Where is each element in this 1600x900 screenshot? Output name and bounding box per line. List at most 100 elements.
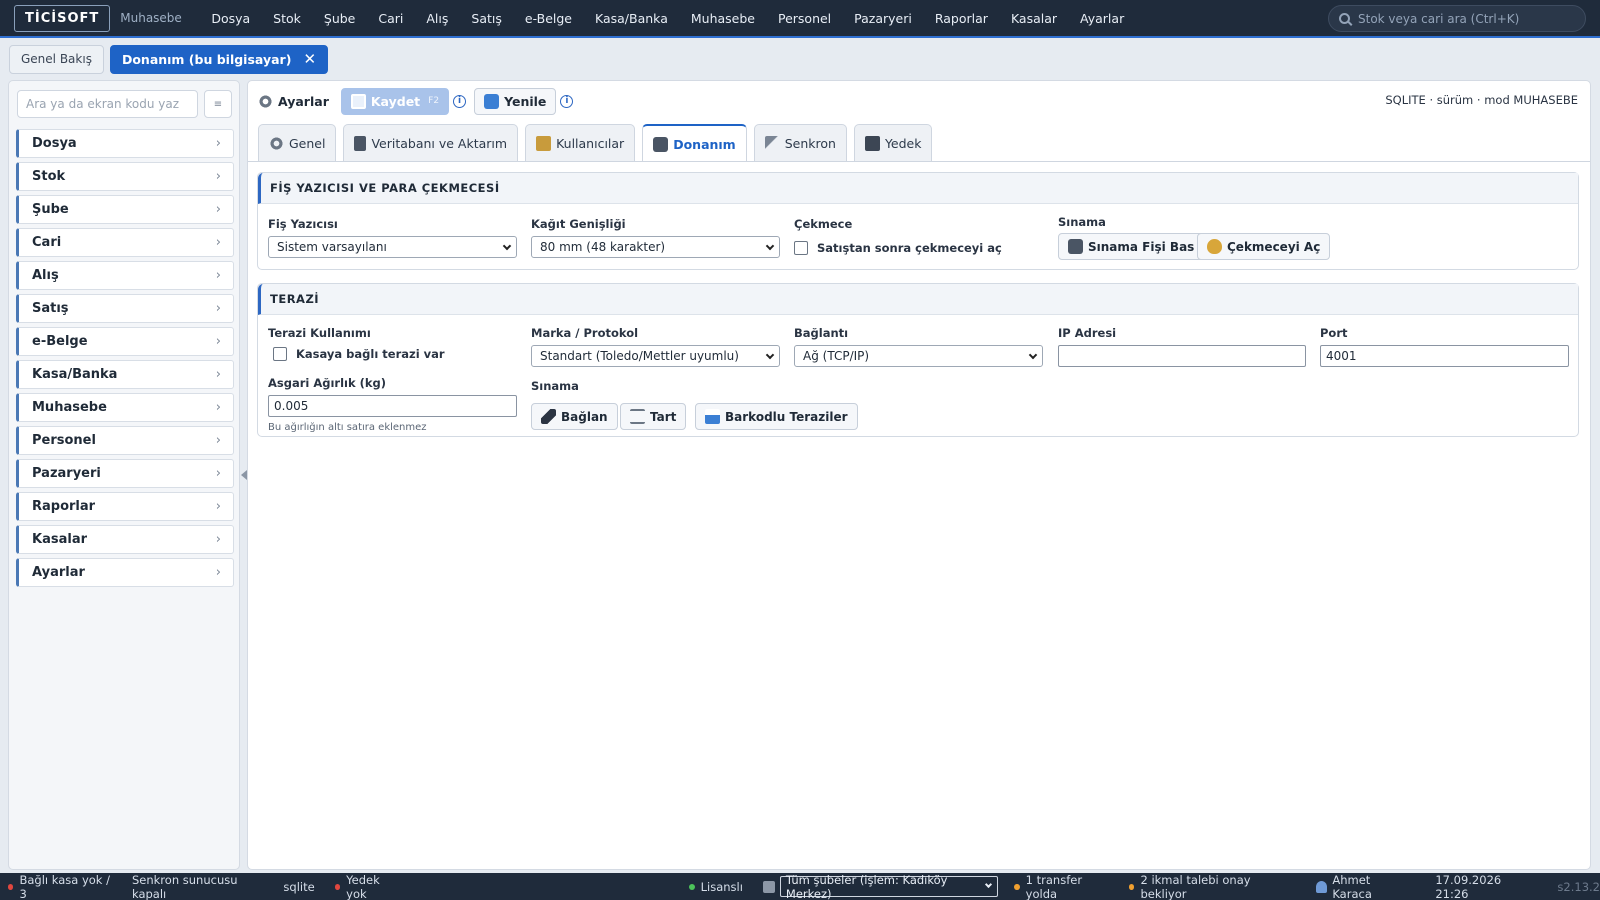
- gear-icon: [269, 135, 284, 151]
- sidebar-item-sube[interactable]: Şube ›: [16, 195, 234, 224]
- license-status: Lisanslı: [688, 879, 743, 894]
- printer-test-label: Sınama: [1058, 215, 1106, 229]
- brand-protocol-select[interactable]: Standart (Toledo/Mettler uyumlu): [531, 345, 780, 367]
- grid-menu-button[interactable]: ≡: [204, 90, 232, 118]
- tab-backup[interactable]: Yedek: [853, 124, 933, 161]
- min-weight-input[interactable]: 0.005: [268, 395, 517, 417]
- floppy-disk-icon: [864, 135, 880, 151]
- paper-width-value: 80 mm (48 karakter): [540, 240, 666, 254]
- printer-select[interactable]: Sistem varsayılanı: [268, 236, 517, 258]
- menu-item-cari[interactable]: Cari: [367, 11, 415, 26]
- brand-protocol-label: Marka / Protokol: [531, 326, 639, 340]
- sidebar-items: Dosya › Stok › Şube › Cari › Alış › Satış › e-…: [16, 129, 234, 591]
- sidebar-item-stok[interactable]: Stok ›: [16, 162, 234, 191]
- paper-width-select[interactable]: 80 mm (48 karakter): [531, 236, 780, 258]
- sidebar-item-label: Personel: [32, 433, 96, 448]
- menu-item-ayarlar[interactable]: Ayarlar: [1069, 11, 1136, 26]
- page-tab-overview[interactable]: Genel Bakış: [9, 44, 104, 74]
- global-search-input[interactable]: Stok veya cari ara (Ctrl+K): [1328, 5, 1586, 32]
- chevron-right-icon: ›: [215, 499, 221, 514]
- toolbar-title-text: Ayarlar: [278, 93, 329, 109]
- tab-divider: [248, 161, 1590, 162]
- sidebar-item-ayarlar[interactable]: Ayarlar ›: [16, 558, 234, 587]
- sidebar-item-label: Stok: [32, 169, 66, 184]
- tab-genel[interactable]: Genel: [258, 124, 337, 161]
- drawer-label: Çekmece: [794, 217, 853, 231]
- sidebar-item-kasalar[interactable]: Kasalar ›: [16, 525, 234, 554]
- sidebar-item-dosya[interactable]: Dosya ›: [16, 129, 234, 158]
- tab-users[interactable]: Kullanıcılar: [525, 124, 636, 161]
- sidebar-item-cari[interactable]: Cari ›: [16, 228, 234, 257]
- open-drawer-after-sale-checkbox[interactable]: Satıştan sonra çekmeceyi aç: [794, 241, 1002, 255]
- save-button[interactable]: Kaydet F2: [340, 87, 450, 115]
- sidebar-item-alis[interactable]: Alış ›: [16, 261, 234, 290]
- menu-item-satis[interactable]: Satış: [460, 11, 513, 26]
- menu-item-personel[interactable]: Personel: [766, 11, 842, 26]
- chevron-down-icon: [765, 350, 775, 360]
- checkbox-box[interactable]: [794, 241, 808, 255]
- status-dot-red: [334, 883, 341, 890]
- checkbox-box[interactable]: [273, 347, 287, 361]
- test-print-button[interactable]: Sınama Fişi Bas: [1058, 233, 1205, 260]
- info-icon[interactable]: i: [560, 94, 574, 108]
- db-type-text: sqlite: [283, 879, 315, 894]
- page-tab-hardware[interactable]: Donanım (bu bilgisayar) ✕: [109, 44, 329, 74]
- menu-item-sube[interactable]: Şube: [312, 11, 366, 26]
- sidebar-item-muhasebe[interactable]: Muhasebe ›: [16, 393, 234, 422]
- scale-connected-checkbox[interactable]: Kasaya bağlı terazi var: [273, 347, 445, 361]
- tab-label: Genel: [289, 135, 326, 151]
- sidebar-item-pazaryeri[interactable]: Pazaryeri ›: [16, 459, 234, 488]
- barcode-scales-label: Barkodlu Teraziler: [725, 409, 848, 424]
- printer-select-value: Sistem varsayılanı: [277, 240, 387, 254]
- menu-item-stok[interactable]: Stok: [262, 11, 313, 26]
- connect-button[interactable]: Bağlan: [531, 403, 618, 430]
- settings-tabs: Genel Veritabanı ve Aktarım Kullanıcılar…: [258, 124, 933, 162]
- barcode-scales-button[interactable]: Barkodlu Teraziler: [695, 403, 858, 430]
- status-dot-green: [688, 883, 695, 890]
- sidebar-item-satis[interactable]: Satış ›: [16, 294, 234, 323]
- chevron-right-icon: ›: [215, 433, 221, 448]
- chevron-down-icon: [765, 241, 775, 251]
- open-drawer-button[interactable]: Çekmeceyi Aç: [1197, 233, 1331, 260]
- user-status[interactable]: Ahmet Karaca: [1316, 873, 1405, 900]
- tab-database[interactable]: Veritabanı ve Aktarım: [343, 124, 519, 161]
- menu-item-dosya[interactable]: Dosya: [200, 11, 262, 26]
- license-text: Lisanslı: [700, 879, 743, 894]
- app-logo[interactable]: TİCİSOFT: [14, 4, 111, 32]
- sidebar-item-ebelge[interactable]: e-Belge ›: [16, 327, 234, 356]
- requests-status[interactable]: 2 ikmal talebi onay bekliyor: [1128, 873, 1286, 900]
- status-dot-orange: [1014, 883, 1020, 890]
- weigh-button[interactable]: Tart: [620, 403, 687, 430]
- app-subtitle: Muhasebe: [120, 11, 182, 25]
- connection-select[interactable]: Ağ (TCP/IP): [794, 345, 1043, 367]
- sidebar-item-label: Satış: [32, 301, 69, 316]
- menu-item-kasalar[interactable]: Kasalar: [999, 11, 1068, 26]
- menu-item-alis[interactable]: Alış: [415, 11, 460, 26]
- ip-address-input[interactable]: [1058, 345, 1306, 367]
- branch-selector: Tüm şubeler (işlem: Kadıköy Merkez): [762, 872, 999, 900]
- sidebar-search-input[interactable]: Ara ya da ekran kodu yaz: [17, 90, 198, 118]
- branch-select-value: Tüm şubeler (işlem: Kadıköy Merkez): [785, 872, 948, 900]
- inbox-tray-icon: [705, 409, 720, 424]
- sidebar-item-kasa-banka[interactable]: Kasa/Banka ›: [16, 360, 234, 389]
- menu-item-kasa-banka[interactable]: Kasa/Banka: [584, 11, 680, 26]
- menu-item-pazaryeri[interactable]: Pazaryeri: [843, 11, 924, 26]
- floppy-disk-icon: [350, 93, 366, 109]
- transfer-status[interactable]: 1 transfer yolda: [1014, 873, 1109, 900]
- sidebar-item-personel[interactable]: Personel ›: [16, 426, 234, 455]
- close-icon[interactable]: ✕: [303, 50, 316, 68]
- menu-item-raporlar[interactable]: Raporlar: [923, 11, 999, 26]
- menu-item-ebelge[interactable]: e-Belge: [513, 11, 583, 26]
- scale-panel-title: TERAZİ: [258, 284, 1578, 315]
- branch-select[interactable]: Tüm şubeler (işlem: Kadıköy Merkez): [779, 872, 999, 900]
- tab-label: Yedek: [884, 135, 922, 151]
- sidebar-item-raporlar[interactable]: Raporlar ›: [16, 492, 234, 521]
- info-icon[interactable]: i: [453, 94, 467, 108]
- port-input[interactable]: 4001: [1320, 345, 1569, 367]
- menu-item-muhasebe[interactable]: Muhasebe: [679, 11, 766, 26]
- tab-sync[interactable]: Senkron: [753, 124, 847, 161]
- refresh-button[interactable]: Yenile: [474, 87, 557, 115]
- tab-hardware[interactable]: Donanım: [642, 124, 747, 162]
- page-tab-label: Genel Bakış: [21, 52, 92, 66]
- tab-label: Senkron: [784, 135, 836, 151]
